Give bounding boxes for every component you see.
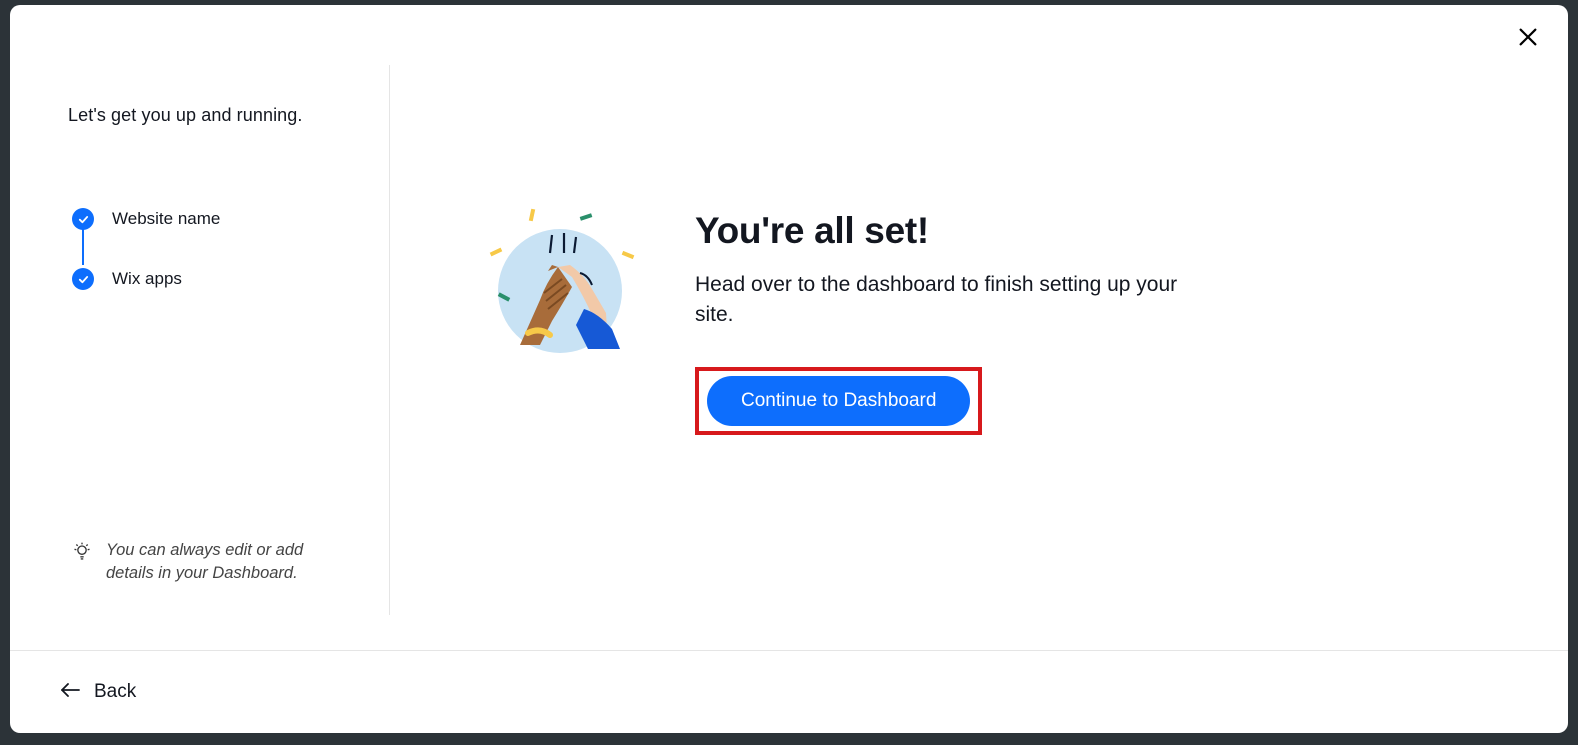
cta-highlight: Continue to Dashboard [695,367,982,435]
setup-modal: Let's get you up and running. Website na… [10,5,1568,733]
step-label: Website name [112,209,220,229]
main-content: You're all set! Head over to the dashboa… [390,5,1568,650]
step-complete-icon [72,268,94,290]
step-website-name: Website name [72,205,339,233]
lightbulb-icon [72,541,92,585]
modal-body: Let's get you up and running. Website na… [10,5,1568,650]
completion-message: You're all set! Head over to the dashboa… [695,210,1195,435]
hint-text: You can always edit or add details in yo… [106,539,339,585]
page-subtext: Head over to the dashboard to finish set… [695,270,1195,331]
step-label: Wix apps [112,269,182,289]
sidebar-title: Let's get you up and running. [68,105,303,126]
continue-to-dashboard-button[interactable]: Continue to Dashboard [707,376,970,426]
step-wix-apps: Wix apps [72,265,339,293]
back-button[interactable]: Back [60,681,136,703]
high-five-illustration [480,205,640,365]
step-list: Website name Wix apps [72,205,339,293]
modal-footer: Back [10,650,1568,733]
step-connector [82,227,84,265]
arrow-left-icon [60,681,80,703]
back-label: Back [94,681,136,703]
page-heading: You're all set! [695,210,1195,252]
dashboard-hint: You can always edit or add details in yo… [72,509,339,585]
onboarding-sidebar: Let's get you up and running. Website na… [10,65,390,615]
